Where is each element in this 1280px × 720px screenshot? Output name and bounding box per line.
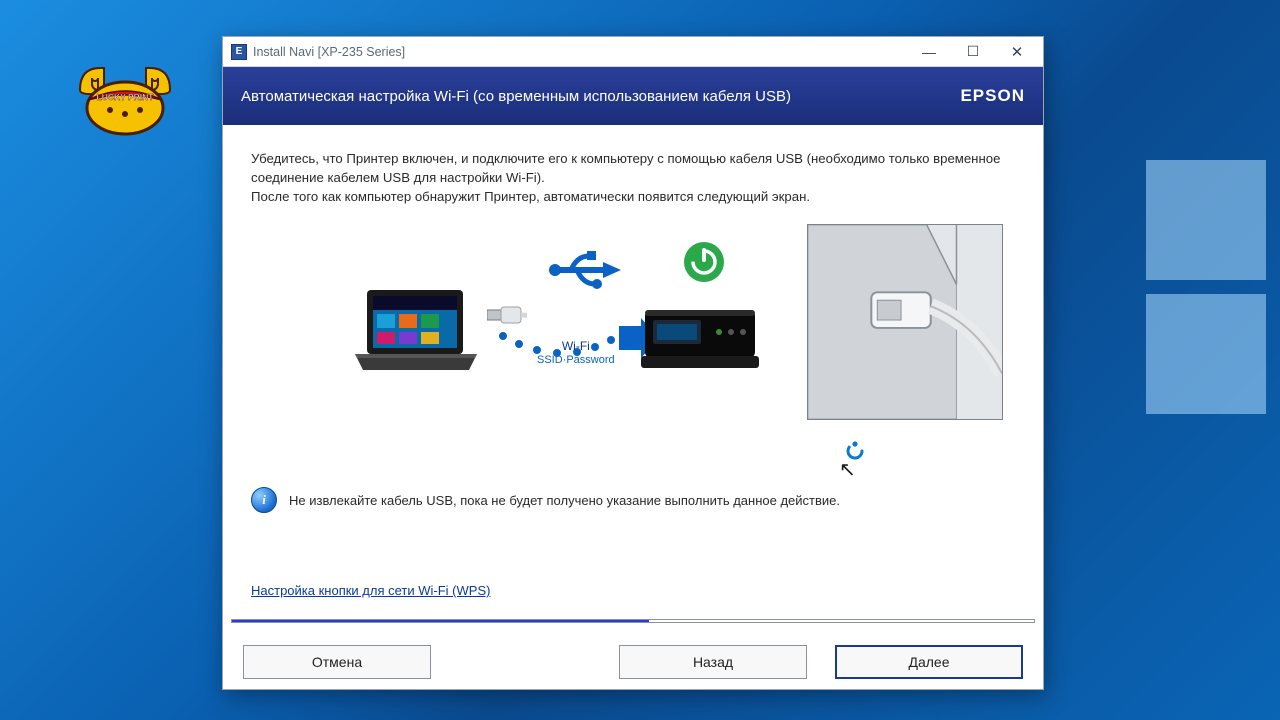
wifi-label-group: Wi-Fi SSID·Password: [537, 340, 615, 366]
instruction-line-1: Убедитесь, что Принтер включен, и подклю…: [251, 149, 1015, 187]
installer-window: E Install Navi [XP-235 Series] — ☐ ✕ Авт…: [222, 36, 1044, 690]
ssid-text: SSID·Password: [537, 354, 615, 367]
maximize-button[interactable]: ☐: [951, 38, 995, 66]
info-note-row: i Не извлекайте кабель USB, пока не буде…: [251, 487, 840, 513]
minimize-button[interactable]: —: [907, 38, 951, 66]
close-button[interactable]: ✕: [995, 38, 1039, 66]
window-title: Install Navi [XP-235 Series]: [253, 45, 405, 59]
printer-icon: [641, 302, 761, 378]
progress-bar: [231, 619, 1035, 623]
usb-port-illustration: [807, 224, 1003, 420]
progress-fill: [232, 620, 649, 622]
titlebar: E Install Navi [XP-235 Series] — ☐ ✕: [223, 37, 1043, 67]
info-icon: i: [251, 487, 277, 513]
connection-diagram: Wi-Fi SSID·Password: [251, 234, 1015, 434]
laptop-icon: [351, 286, 481, 386]
back-button[interactable]: Назад: [619, 645, 807, 679]
info-note-text: Не извлекайте кабель USB, пока не будет …: [289, 493, 840, 508]
next-button[interactable]: Далее: [835, 645, 1023, 679]
wifi-text: Wi-Fi: [537, 340, 615, 354]
wizard-header: Автоматическая настройка Wi-Fi (со време…: [223, 67, 1043, 125]
wizard-heading: Автоматическая настройка Wi-Fi (со време…: [241, 88, 791, 105]
wizard-buttons: Отмена Назад Далее: [231, 633, 1035, 681]
badge-text: LUCKY PRINT: [97, 92, 155, 102]
cancel-button[interactable]: Отмена: [243, 645, 431, 679]
app-icon: E: [231, 44, 247, 60]
windows-logo-bg: [1146, 160, 1280, 414]
instruction-line-2: После того как компьютер обнаружит Принт…: [251, 187, 1015, 206]
mouse-cursor-icon: ↖: [839, 457, 856, 482]
brand-label: EPSON: [960, 86, 1025, 106]
lucky-print-badge: LUCKY PRINT: [70, 60, 180, 140]
power-icon: [682, 240, 726, 284]
usb-cable-end-icon: [487, 302, 527, 330]
wizard-content: Убедитесь, что Принтер включен, и подклю…: [223, 125, 1043, 605]
wps-link[interactable]: Настройка кнопки для сети Wi-Fi (WPS): [251, 583, 490, 598]
usb-trident-icon: [547, 250, 623, 290]
